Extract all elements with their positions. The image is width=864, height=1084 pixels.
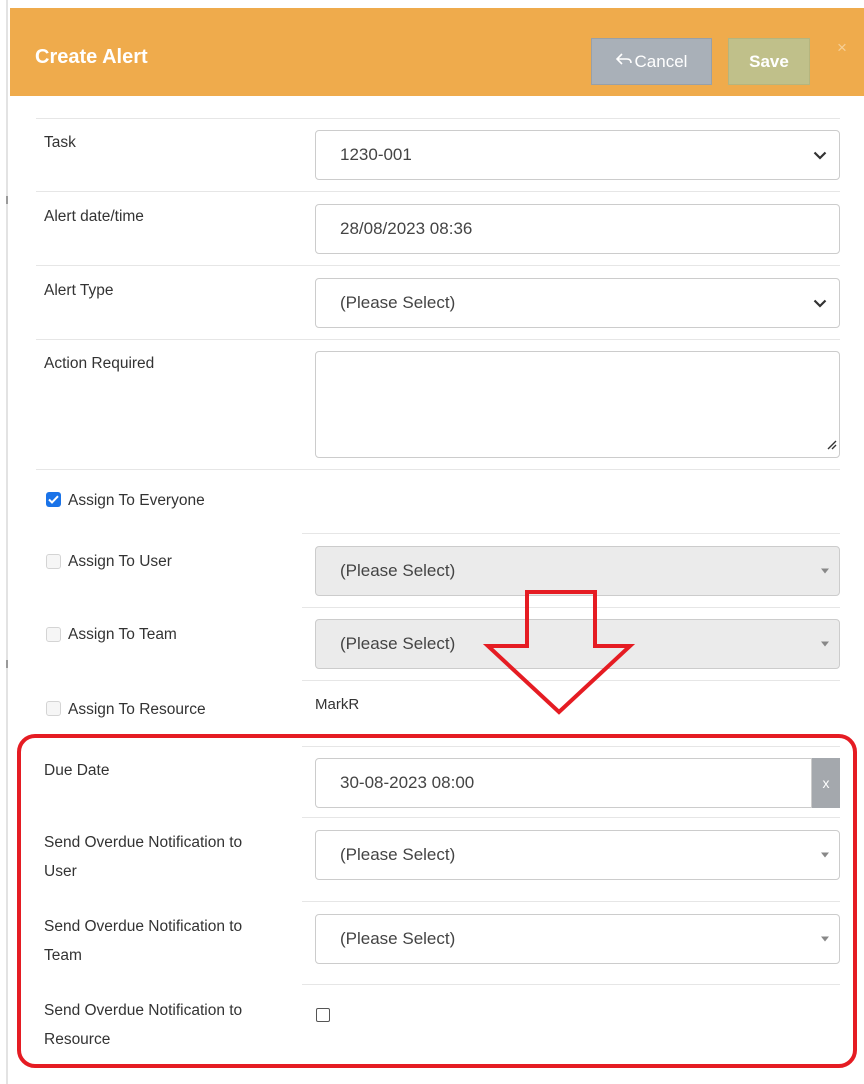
- overdue-team-select[interactable]: (Please Select): [315, 914, 840, 964]
- overdue-team-value: (Please Select): [340, 929, 456, 948]
- divider: [302, 817, 840, 818]
- annotation-arrow: [482, 590, 636, 715]
- overdue-resource-label: Send Overdue Notification to Resource: [44, 998, 242, 1053]
- assign-resource-checkbox[interactable]: [46, 701, 61, 716]
- assign-user-value: (Please Select): [340, 561, 456, 580]
- resize-grip-icon[interactable]: [825, 435, 837, 455]
- divider: [36, 191, 840, 192]
- dialog-title: Create Alert: [35, 46, 148, 68]
- clear-due-date-button[interactable]: x: [812, 758, 840, 808]
- overdue-user-label-line2: User: [44, 863, 77, 880]
- alert-type-label: Alert Type: [44, 282, 114, 299]
- assign-team-value: (Please Select): [340, 634, 456, 653]
- action-required-textarea[interactable]: [315, 351, 840, 458]
- assign-resource-value: MarkR: [315, 696, 360, 713]
- caret-down-icon: [821, 641, 829, 647]
- close-icon[interactable]: ×: [837, 38, 847, 58]
- reply-arrow-icon: [615, 52, 632, 71]
- due-date-input[interactable]: 30-08-2023 08:00: [315, 758, 812, 808]
- divider: [36, 339, 840, 340]
- task-select[interactable]: 1230-001: [315, 130, 840, 180]
- assign-everyone-label: Assign To Everyone: [68, 492, 205, 509]
- due-date-label: Due Date: [44, 762, 110, 779]
- caret-down-icon: [821, 936, 829, 942]
- divider: [302, 746, 840, 747]
- overdue-team-label-line1: Send Overdue Notification to: [44, 918, 243, 935]
- overdue-user-value: (Please Select): [340, 845, 456, 864]
- divider: [36, 469, 840, 470]
- overdue-team-label: Send Overdue Notification to Team: [44, 914, 242, 969]
- divider: [36, 265, 840, 266]
- assign-user-checkbox[interactable]: [46, 554, 61, 569]
- overdue-user-select[interactable]: (Please Select): [315, 830, 840, 880]
- assign-resource-label: Assign To Resource: [68, 701, 206, 718]
- overdue-user-label-line1: Send Overdue Notification to: [44, 834, 243, 851]
- task-value: 1230-001: [340, 145, 412, 164]
- overdue-resource-checkbox[interactable]: [316, 1008, 330, 1022]
- alert-datetime-value: 28/08/2023 08:36: [340, 219, 473, 238]
- cancel-label: Cancel: [634, 51, 688, 71]
- alert-datetime-label: Alert date/time: [44, 208, 144, 225]
- overdue-resource-label-line2: Resource: [44, 1031, 111, 1048]
- divider: [302, 984, 840, 985]
- assign-everyone-checkbox[interactable]: [46, 492, 61, 507]
- alert-type-select[interactable]: (Please Select): [315, 278, 840, 328]
- alert-type-value: (Please Select): [340, 293, 456, 312]
- cancel-button[interactable]: Cancel: [591, 38, 712, 85]
- chevron-down-icon: [813, 145, 827, 165]
- divider: [36, 118, 840, 119]
- overdue-team-label-line2: Team: [44, 947, 82, 964]
- assign-team-label: Assign To Team: [68, 626, 177, 643]
- overdue-resource-label-line1: Send Overdue Notification to: [44, 1002, 243, 1019]
- due-date-value: 30-08-2023 08:00: [340, 773, 475, 792]
- divider: [302, 533, 840, 534]
- assign-user-label: Assign To User: [68, 553, 172, 570]
- page-left-edge: [0, 0, 10, 1084]
- dialog-header: Create Alert Cancel Save ×: [10, 8, 864, 96]
- overdue-user-label: Send Overdue Notification to User: [44, 830, 242, 885]
- save-button[interactable]: Save: [728, 38, 810, 85]
- caret-down-icon: [821, 568, 829, 574]
- divider: [302, 901, 840, 902]
- chevron-down-icon: [813, 293, 827, 313]
- alert-datetime-input[interactable]: 28/08/2023 08:36: [315, 204, 840, 254]
- checkmark-icon: [48, 495, 59, 504]
- caret-down-icon: [821, 852, 829, 858]
- task-label: Task: [44, 134, 76, 151]
- action-required-label: Action Required: [44, 355, 155, 372]
- create-alert-dialog: Create Alert Cancel Save × Task 1230-001…: [10, 8, 864, 1084]
- assign-team-checkbox[interactable]: [46, 627, 61, 642]
